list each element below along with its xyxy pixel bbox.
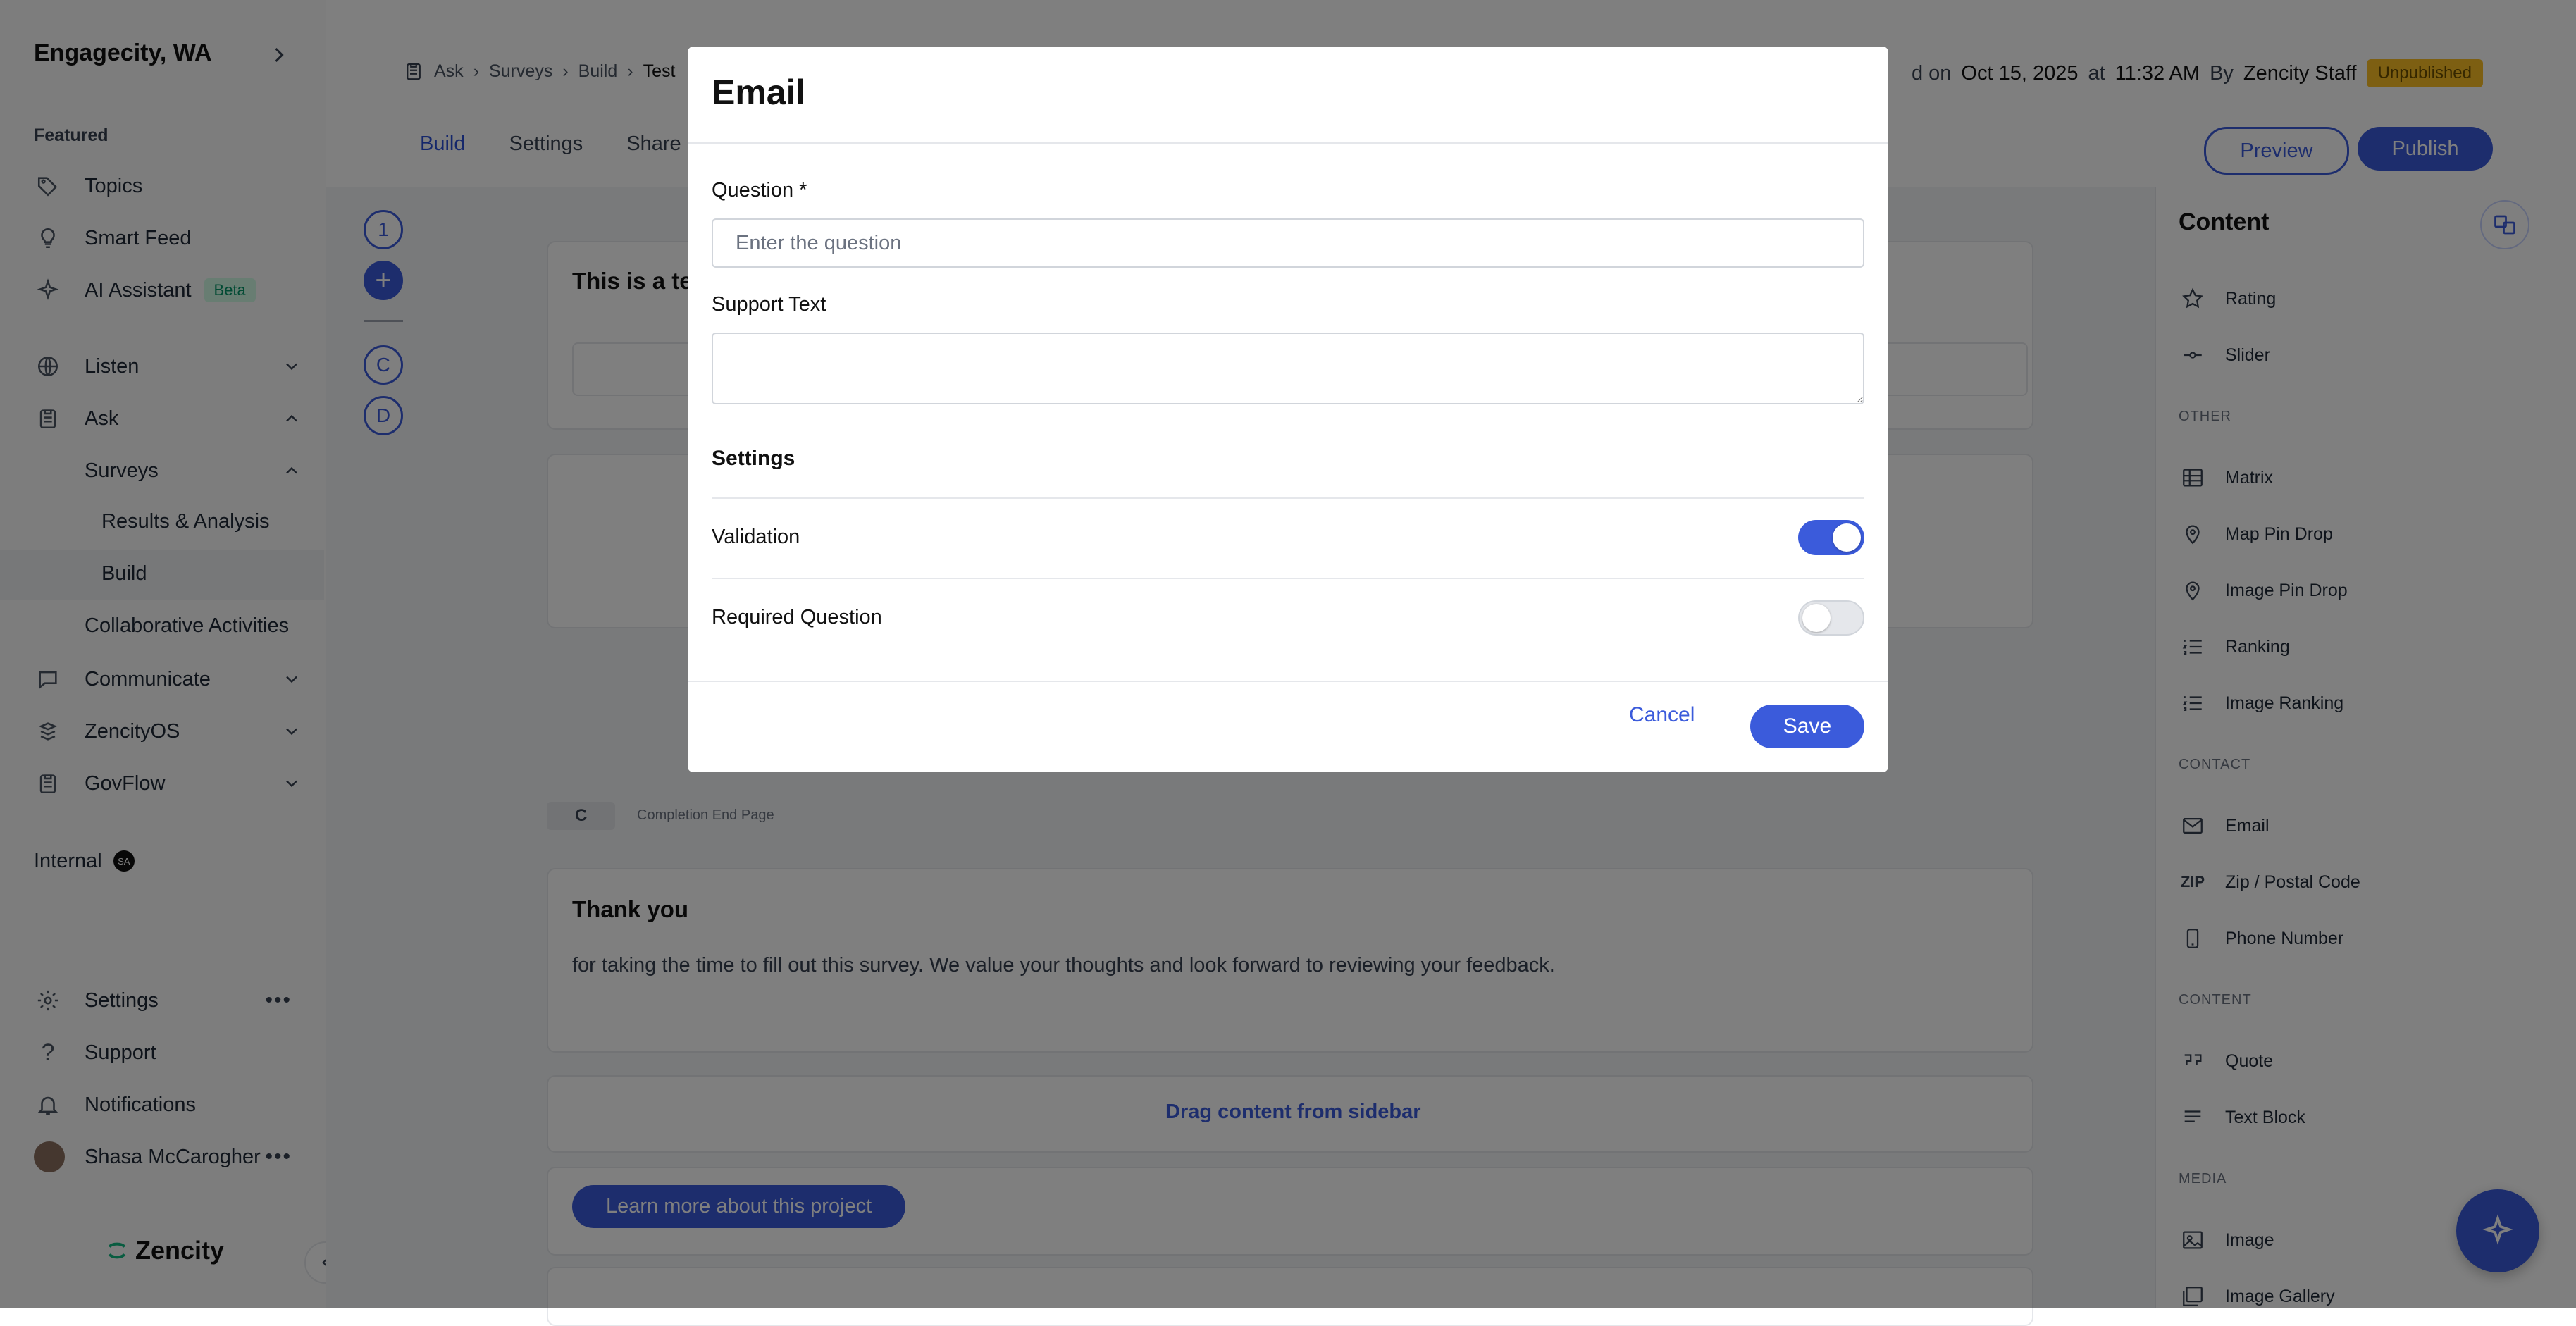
toggle-knob: [1833, 523, 1861, 552]
validation-label: Validation: [712, 526, 800, 548]
validation-toggle[interactable]: [1798, 520, 1864, 555]
settings-divider: [712, 578, 1864, 579]
question-input[interactable]: [712, 218, 1864, 268]
question-label: Question *: [712, 179, 807, 202]
required-question-toggle[interactable]: [1798, 600, 1864, 636]
settings-divider: [712, 497, 1864, 499]
dialog-header-divider: [688, 142, 1888, 144]
cancel-button[interactable]: Cancel: [1629, 703, 1695, 727]
required-question-label: Required Question: [712, 606, 882, 628]
support-text-input[interactable]: [712, 333, 1864, 404]
app: Engagecity, WA Featured Topics Smart Fee…: [0, 0, 2576, 1326]
email-question-dialog: Email Question * Support Text Settings V…: [688, 47, 1888, 772]
dialog-footer-divider: [688, 681, 1888, 682]
save-button[interactable]: Save: [1750, 705, 1864, 748]
dialog-title: Email: [712, 73, 806, 112]
settings-section-title: Settings: [712, 447, 795, 470]
support-text-label: Support Text: [712, 293, 826, 316]
toggle-knob: [1802, 604, 1831, 632]
